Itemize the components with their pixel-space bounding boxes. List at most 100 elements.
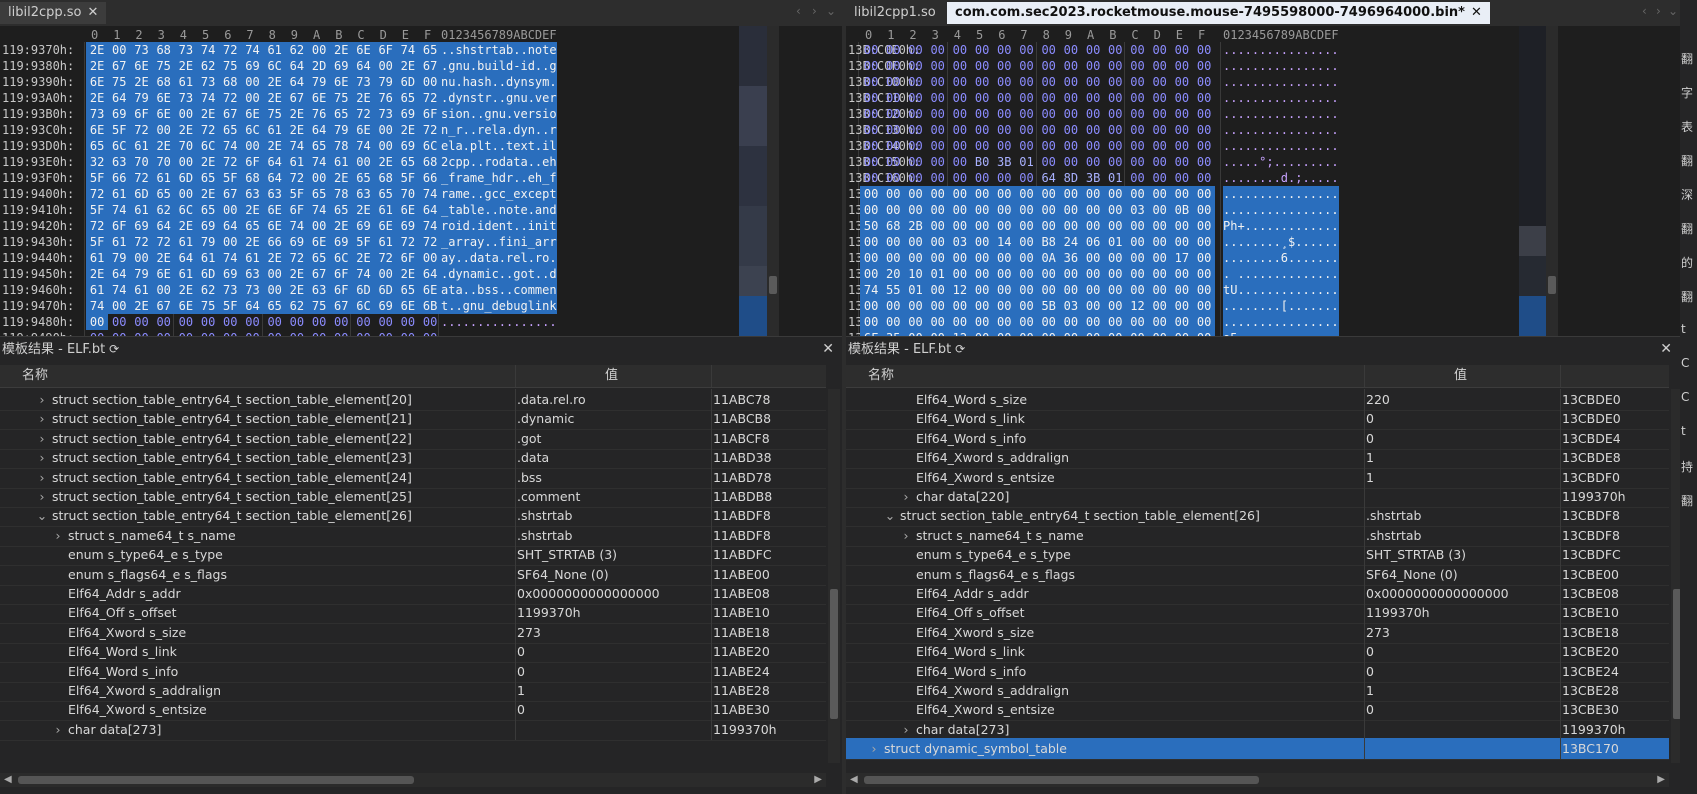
hex-byte[interactable]: 00 — [904, 154, 926, 170]
hex-ascii[interactable]: ................ — [1223, 186, 1339, 202]
hex-byte[interactable]: 00 — [1059, 282, 1082, 298]
hex-byte[interactable]: 00 — [904, 186, 927, 202]
hex-byte[interactable]: 2E — [130, 298, 153, 314]
hex-byte[interactable]: 00 — [949, 42, 971, 58]
hex-byte[interactable]: 79 — [308, 74, 331, 90]
hex-byte[interactable]: 00 — [1060, 106, 1082, 122]
hex-byte[interactable]: 61 — [174, 74, 197, 90]
hex-byte[interactable]: 6C — [174, 202, 197, 218]
hex-byte[interactable]: 00 — [971, 218, 994, 234]
hex-byte[interactable]: 50 — [860, 218, 883, 234]
hex-byte[interactable]: 00 — [1104, 58, 1126, 74]
hex-byte[interactable]: 00 — [1126, 74, 1148, 90]
hex-byte[interactable]: 00 — [948, 250, 971, 266]
hex-byte[interactable]: 65 — [197, 170, 220, 186]
hex-byte[interactable]: 00 — [1170, 282, 1193, 298]
hex-byte[interactable]: 68 — [374, 170, 397, 186]
close-panel-icon[interactable]: ✕ — [822, 337, 834, 361]
hex-byte[interactable]: 75 — [108, 74, 131, 90]
hex-byte[interactable]: 00 — [1148, 202, 1171, 218]
hex-byte[interactable]: 6C — [419, 138, 442, 154]
hex-byte[interactable]: 79 — [130, 90, 153, 106]
expand-chevron-icon[interactable]: › — [36, 486, 48, 507]
hex-byte[interactable]: 00 — [1149, 90, 1171, 106]
hex-byte[interactable]: 74 — [285, 218, 308, 234]
hex-byte[interactable]: 61 — [108, 234, 131, 250]
hex-byte[interactable]: 00 — [948, 298, 971, 314]
hex-byte[interactable]: 2E — [86, 266, 109, 282]
hex-byte[interactable]: 00 — [904, 90, 926, 106]
hex-byte[interactable]: 0A — [1037, 250, 1060, 266]
hex-byte[interactable]: 00 — [1126, 170, 1148, 186]
hex-byte[interactable]: 00 — [174, 186, 197, 202]
hex-byte[interactable]: 00 — [130, 314, 152, 330]
hex-byte[interactable]: 00 — [993, 42, 1015, 58]
hex-byte[interactable]: 2E — [241, 202, 264, 218]
hex-byte[interactable]: 61 — [152, 170, 175, 186]
hex-byte[interactable]: 69 — [285, 234, 308, 250]
hex-byte[interactable]: 75 — [197, 298, 220, 314]
hex-byte[interactable]: 00 — [1193, 298, 1216, 314]
hex-byte[interactable]: 74 — [308, 154, 331, 170]
hex-ascii[interactable]: ................ — [1223, 74, 1339, 90]
hex-byte[interactable]: 5F — [86, 202, 109, 218]
hex-byte[interactable]: 00 — [1015, 90, 1037, 106]
hex-byte[interactable]: 01 — [1104, 234, 1127, 250]
hex-byte[interactable]: 6F — [419, 106, 442, 122]
hex-byte[interactable]: 00 — [1082, 58, 1104, 74]
hex-byte[interactable]: 69 — [330, 58, 353, 74]
hex-byte[interactable]: 00 — [1038, 122, 1060, 138]
scrollbar-thumb[interactable] — [1673, 589, 1680, 719]
expand-chevron-icon[interactable]: › — [36, 447, 48, 468]
hex-byte[interactable]: 00 — [153, 314, 175, 330]
hex-ascii[interactable]: ................ — [1223, 314, 1339, 330]
hex-byte[interactable]: 00 — [993, 250, 1016, 266]
hex-byte[interactable]: 00 — [1082, 42, 1104, 58]
hex-byte[interactable]: 00 — [1126, 218, 1149, 234]
expand-chevron-icon[interactable]: › — [868, 738, 880, 759]
template-horizontal-scrollbar[interactable]: ◀ ▶ — [0, 773, 826, 787]
hex-byte[interactable]: 00 — [882, 42, 904, 58]
hex-byte[interactable]: 0B — [1170, 202, 1193, 218]
hex-byte[interactable]: 00 — [1149, 122, 1171, 138]
hex-byte[interactable]: 00 — [1082, 218, 1105, 234]
hex-byte[interactable]: 20 — [882, 266, 905, 282]
hex-byte[interactable]: 00 — [1038, 90, 1060, 106]
hex-byte[interactable]: 00 — [1171, 58, 1193, 74]
hex-ascii[interactable]: Ph+............. — [1223, 218, 1339, 234]
hex-byte[interactable]: 6F — [374, 42, 397, 58]
scroll-left-icon[interactable]: ◀ — [4, 774, 12, 785]
hex-byte[interactable]: 63 — [352, 186, 375, 202]
hex-ascii[interactable]: .dynstr..gnu.ver — [441, 90, 557, 106]
hex-byte[interactable]: 00 — [1126, 186, 1149, 202]
hex-byte[interactable]: 00 — [1126, 122, 1148, 138]
hex-byte[interactable]: 73 — [174, 90, 197, 106]
hex-byte[interactable]: 00 — [1171, 154, 1193, 170]
close-tab-icon[interactable]: ✕ — [87, 5, 98, 20]
hex-byte[interactable]: 6C — [241, 122, 264, 138]
hex-byte[interactable]: 64 — [419, 266, 442, 282]
hex-byte[interactable]: 00 — [1038, 106, 1060, 122]
hex-byte[interactable]: 00 — [904, 42, 926, 58]
tab-scroll-left-icon[interactable]: ‹ — [1642, 4, 1647, 18]
hex-byte[interactable]: 2B — [904, 218, 927, 234]
hex-byte[interactable]: 2E — [174, 58, 197, 74]
hex-byte[interactable]: 00 — [1193, 186, 1216, 202]
hex-byte[interactable]: 6C — [197, 138, 220, 154]
hex-byte[interactable]: 79 — [130, 266, 153, 282]
hex-byte[interactable]: 00 — [219, 314, 241, 330]
hex-byte[interactable]: 6D — [130, 186, 153, 202]
hex-row[interactable]: 119:93E0h: 32 63 70 70 00 2E 72 6F 64 61 74 61 00 2E 65… — [0, 154, 842, 170]
hex-byte[interactable]: 00 — [1148, 234, 1171, 250]
hex-byte[interactable]: 61 — [130, 202, 153, 218]
hex-byte[interactable]: 5F — [108, 122, 131, 138]
hex-byte[interactable]: 00 — [904, 138, 926, 154]
left-hex-view[interactable]: 0 1 2 3 4 5 6 7 8 9 A B C D E F 0123456789ABCDEF 119:9370… — [0, 26, 842, 336]
hex-byte[interactable]: 00 — [1170, 234, 1193, 250]
hex-byte[interactable]: 64 — [263, 154, 286, 170]
hex-byte[interactable]: 00 — [1015, 266, 1038, 282]
hex-ascii[interactable]: _array..fini_arr — [441, 234, 557, 250]
hex-byte[interactable]: 2E — [263, 74, 286, 90]
hex-byte[interactable]: 00 — [948, 202, 971, 218]
hex-byte[interactable]: 70 — [152, 154, 175, 170]
